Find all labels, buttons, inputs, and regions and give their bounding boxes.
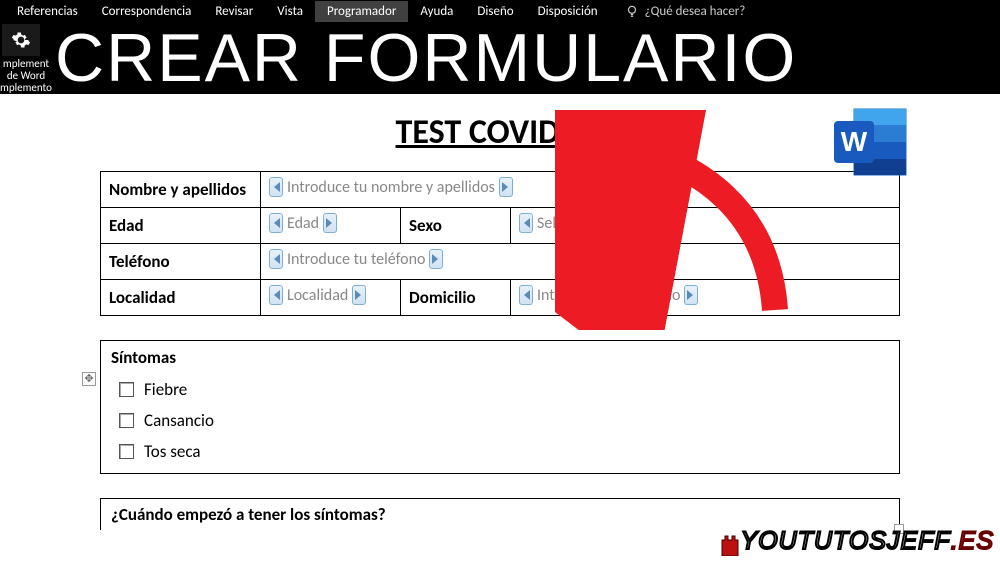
tell-me-label: ¿Qué desea hacer? xyxy=(645,4,746,19)
cc-handle-icon xyxy=(269,177,283,197)
sex-select[interactable]: Selecciona tu sexo xyxy=(519,213,674,233)
cc-handle-icon xyxy=(684,285,698,305)
age-cell[interactable]: Edad xyxy=(261,208,401,244)
word-app-icon: W xyxy=(830,105,910,180)
lightbulb-icon xyxy=(625,4,639,18)
cc-handle-icon xyxy=(323,213,337,233)
tower-icon xyxy=(719,526,741,556)
address-cell[interactable]: Introduce tu domicilio xyxy=(511,280,900,316)
cc-handle-icon xyxy=(269,213,283,233)
city-label: Localidad xyxy=(101,280,261,316)
watermark: YOUTUTOSJEFF.ES xyxy=(719,526,994,556)
age-input[interactable]: Edad xyxy=(269,213,337,233)
cc-handle-icon xyxy=(499,177,513,197)
cc-handle-icon xyxy=(269,249,283,269)
page-title: TEST COVID-19 xyxy=(100,112,900,153)
age-label: Edad xyxy=(101,208,261,244)
gear-icon xyxy=(11,30,31,50)
symptoms-box: Síntomas Fiebre Cansancio Tos seca xyxy=(100,340,900,474)
symptom-item: Tos seca xyxy=(111,436,889,467)
cc-handle-icon xyxy=(429,249,443,269)
sex-label: Sexo xyxy=(401,208,511,244)
name-label: Nombre y apellidos xyxy=(101,172,261,208)
symptom-label: Cansancio xyxy=(144,410,214,431)
symptom-label: Fiebre xyxy=(144,379,187,400)
addins-button[interactable] xyxy=(2,24,40,56)
name-input[interactable]: Introduce tu nombre y apellidos xyxy=(269,177,513,197)
symptom-item: Cansancio xyxy=(111,405,889,436)
svg-text:W: W xyxy=(841,126,868,157)
symptom-item: Fiebre xyxy=(111,374,889,405)
name-cell[interactable]: Introduce tu nombre y apellidos xyxy=(261,172,900,208)
banner: mplement de Word mplemento CREAR FORMULA… xyxy=(0,22,1000,94)
symptoms-heading: Síntomas xyxy=(111,347,889,368)
cc-handle-icon xyxy=(269,285,283,305)
phone-input[interactable]: Introduce tu teléfono xyxy=(269,249,443,269)
address-label: Domicilio xyxy=(401,280,511,316)
addins-label: mplement de Word mplemento xyxy=(0,58,52,94)
form-table: Nombre y apellidos Introduce tu nombre y… xyxy=(100,171,900,316)
address-input[interactable]: Introduce tu domicilio xyxy=(519,285,698,305)
checkbox-cansancio[interactable] xyxy=(119,413,134,428)
checkbox-tosseca[interactable] xyxy=(119,444,134,459)
cc-handle-icon xyxy=(519,285,533,305)
table-move-handle-icon[interactable]: ✥ xyxy=(82,372,96,386)
phone-cell[interactable]: Introduce tu teléfono xyxy=(261,244,900,280)
city-input[interactable]: Localidad xyxy=(269,285,366,305)
watermark-main: YOUTUTOSJEFF xyxy=(741,527,951,556)
watermark-suffix: .ES xyxy=(951,527,994,556)
banner-title: CREAR FORMULARIO xyxy=(55,19,797,97)
cc-handle-icon xyxy=(519,213,533,233)
sex-cell[interactable]: Selecciona tu sexo xyxy=(511,208,900,244)
cc-handle-icon xyxy=(660,213,674,233)
phone-label: Teléfono xyxy=(101,244,261,280)
tell-me-search[interactable]: ¿Qué desea hacer? xyxy=(625,4,746,19)
symptom-label: Tos seca xyxy=(144,441,201,462)
checkbox-fiebre[interactable] xyxy=(119,382,134,397)
cc-handle-icon xyxy=(352,285,366,305)
city-cell[interactable]: Localidad xyxy=(261,280,401,316)
